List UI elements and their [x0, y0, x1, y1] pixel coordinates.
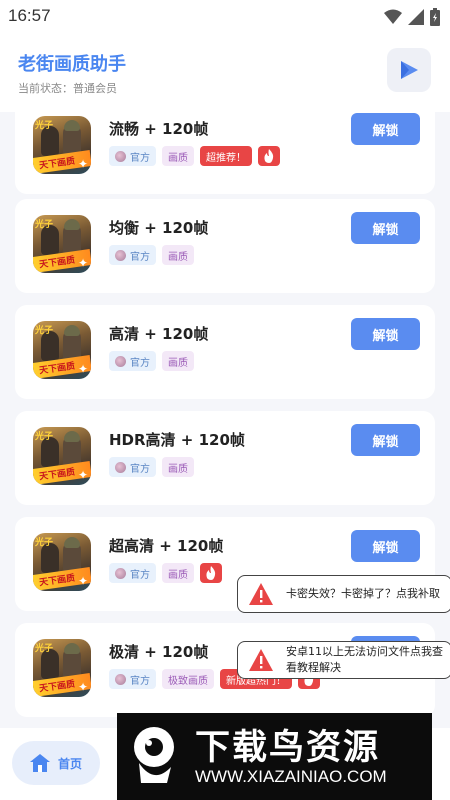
- tag-quality: 画质: [162, 351, 194, 371]
- game-icon-badge: 光子: [35, 326, 54, 336]
- preset-card: 光子 天下画质 ✦ 高清 + 120帧 官方 画质 解锁: [15, 305, 435, 399]
- game-icon: 光子 天下画质 ✦: [33, 533, 91, 591]
- tag-official: 官方: [109, 457, 156, 477]
- star-icon: ✦: [77, 157, 88, 171]
- tag-row: 官方 画质: [109, 457, 194, 477]
- tag-row: 官方 画质: [109, 351, 194, 371]
- preset-title: 超高清 + 120帧: [109, 537, 224, 555]
- star-icon: ✦: [77, 680, 88, 694]
- official-icon: [115, 567, 126, 579]
- tag-hot: 超推荐！: [200, 146, 252, 166]
- game-icon: 光子 天下画质 ✦: [33, 639, 91, 697]
- battery-icon: [430, 8, 440, 26]
- star-icon: ✦: [77, 256, 88, 270]
- preset-title: 极清 + 120帧: [109, 643, 209, 661]
- game-icon-badge: 光子: [35, 538, 54, 548]
- signal-icon: [408, 9, 424, 25]
- preset-title: 高清 + 120帧: [109, 325, 209, 343]
- tag-official: 官方: [109, 669, 156, 689]
- official-icon: [115, 461, 126, 473]
- status-icons: [384, 8, 440, 26]
- preset-title: HDR高清 + 120帧: [109, 431, 245, 449]
- preset-title: 均衡 + 120帧: [109, 219, 209, 237]
- tag-row: 官方 画质 超推荐！: [109, 146, 280, 166]
- star-icon: ✦: [77, 468, 88, 482]
- toast-text: 安卓11以上无法访问文件点我查看教程解决: [286, 645, 443, 674]
- official-icon: [115, 150, 126, 162]
- unlock-button[interactable]: 解锁: [351, 530, 420, 562]
- game-icon: 光子 天下画质 ✦: [33, 215, 91, 273]
- tag-quality: 画质: [162, 457, 194, 477]
- game-icon: 光子 天下画质 ✦: [33, 427, 91, 485]
- tag-official: 官方: [109, 563, 156, 583]
- official-icon: [115, 355, 126, 367]
- tag-official: 官方: [109, 245, 156, 265]
- unlock-button[interactable]: 解锁: [351, 424, 420, 456]
- unlock-button[interactable]: 解锁: [351, 212, 420, 244]
- star-icon: ✦: [77, 362, 88, 376]
- tag-quality: 极致画质: [162, 669, 214, 689]
- tag-official: 官方: [109, 146, 156, 166]
- game-icon: 光子 天下画质 ✦: [33, 321, 91, 379]
- preset-card: 光子 天下画质 ✦ 流畅 + 120帧 官方 画质 超推荐！ 解锁: [15, 112, 435, 194]
- tag-row: 官方 画质: [109, 563, 222, 583]
- fire-icon: [200, 563, 222, 583]
- home-tab-label: 首页: [57, 756, 82, 771]
- game-icon-badge: 光子: [35, 432, 54, 442]
- watermark-url: WWW.XIAZAINIAO.COM: [195, 767, 387, 786]
- toast-text: 卡密失效？卡密掉了？点我补取: [286, 587, 440, 600]
- official-icon: [115, 673, 126, 685]
- preset-card: 光子 天下画质 ✦ HDR高清 + 120帧 官方 画质 解锁: [15, 411, 435, 505]
- play-button[interactable]: [387, 48, 431, 92]
- home-icon: [29, 754, 50, 772]
- watermark-title: 下载鸟资源: [195, 728, 381, 768]
- tag-quality: 画质: [162, 146, 194, 166]
- game-icon-badge: 光子: [35, 220, 54, 230]
- play-icon: [401, 61, 418, 79]
- game-icon-badge: 光子: [35, 644, 54, 654]
- membership-status: 当前状态：普通会员: [18, 82, 117, 95]
- warning-icon: [249, 649, 273, 671]
- unlock-button[interactable]: 解锁: [351, 113, 420, 145]
- fire-icon: [258, 146, 280, 166]
- game-icon-badge: 光子: [35, 121, 54, 131]
- warning-icon: [249, 583, 273, 605]
- status-bar: 16:57: [0, 0, 450, 34]
- watermark: 下载鸟资源 WWW.XIAZAINIAO.COM: [117, 713, 432, 800]
- star-icon: ✦: [77, 574, 88, 588]
- app-title: 老街画质助手: [18, 54, 126, 75]
- bird-logo-icon: [134, 727, 174, 783]
- toast-card-key[interactable]: 卡密失效？卡密掉了？点我补取: [237, 575, 450, 613]
- unlock-button[interactable]: 解锁: [351, 318, 420, 350]
- toast-android11[interactable]: 安卓11以上无法访问文件点我查看教程解决: [237, 641, 450, 679]
- tag-official: 官方: [109, 351, 156, 371]
- preset-list: 光子 天下画质 ✦ 流畅 + 120帧 官方 画质 超推荐！ 解锁 光子 天下画…: [0, 112, 450, 728]
- app-header: 老街画质助手 当前状态：普通会员: [0, 34, 450, 112]
- status-time: 16:57: [8, 6, 51, 25]
- tag-quality: 画质: [162, 563, 194, 583]
- preset-title: 流畅 + 120帧: [109, 120, 209, 138]
- tag-row: 官方 画质: [109, 245, 194, 265]
- tag-quality: 画质: [162, 245, 194, 265]
- official-icon: [115, 249, 126, 261]
- game-icon: 光子 天下画质 ✦: [33, 116, 91, 174]
- wifi-icon: [384, 9, 402, 24]
- home-tab[interactable]: 首页: [12, 741, 100, 785]
- preset-card: 光子 天下画质 ✦ 均衡 + 120帧 官方 画质 解锁: [15, 199, 435, 293]
